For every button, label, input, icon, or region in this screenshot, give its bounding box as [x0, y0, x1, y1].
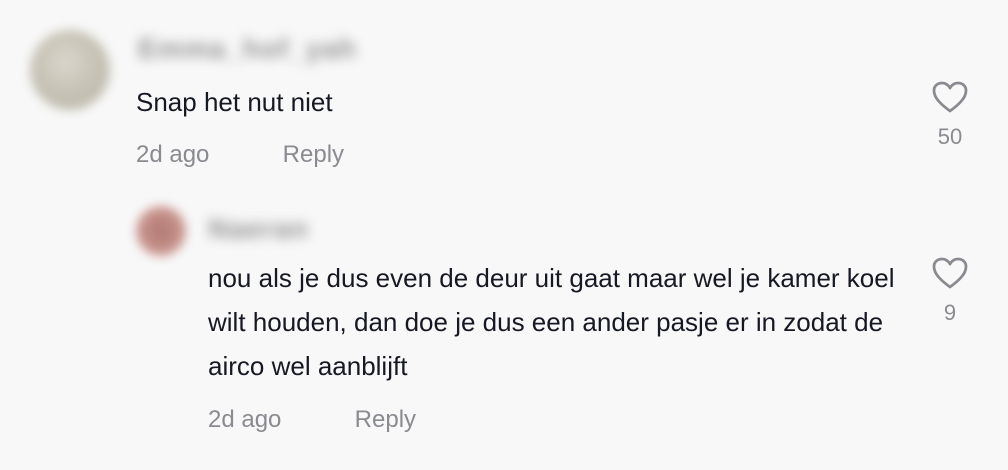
reply-meta: 2d ago Reply — [208, 406, 416, 434]
like-count: 9 — [943, 300, 957, 325]
comment-meta: 2d ago Reply — [136, 141, 344, 169]
comment-text: Snap het nut niet — [136, 87, 333, 117]
like-count: 50 — [937, 124, 963, 149]
heart-outline-icon — [932, 257, 968, 289]
like-button[interactable]: 50 — [925, 80, 975, 150]
reply-button[interactable]: Reply — [355, 406, 416, 434]
avatar[interactable] — [136, 206, 186, 256]
reply-username[interactable]: Naeran — [208, 213, 309, 245]
comment-thread: Emma_hof_yah Snap het nut niet 2d ago Re… — [0, 0, 1008, 470]
like-button[interactable]: 9 — [925, 256, 975, 326]
reply-button[interactable]: Reply — [283, 141, 344, 169]
comment-username[interactable]: Emma_hof_yah — [138, 33, 357, 65]
reply-timestamp: 2d ago — [208, 406, 282, 433]
comment-timestamp: 2d ago — [136, 141, 210, 168]
reply-text: nou als je dus even de deur uit gaat maa… — [208, 263, 895, 381]
heart-outline-icon — [932, 81, 968, 113]
avatar[interactable] — [30, 30, 110, 110]
